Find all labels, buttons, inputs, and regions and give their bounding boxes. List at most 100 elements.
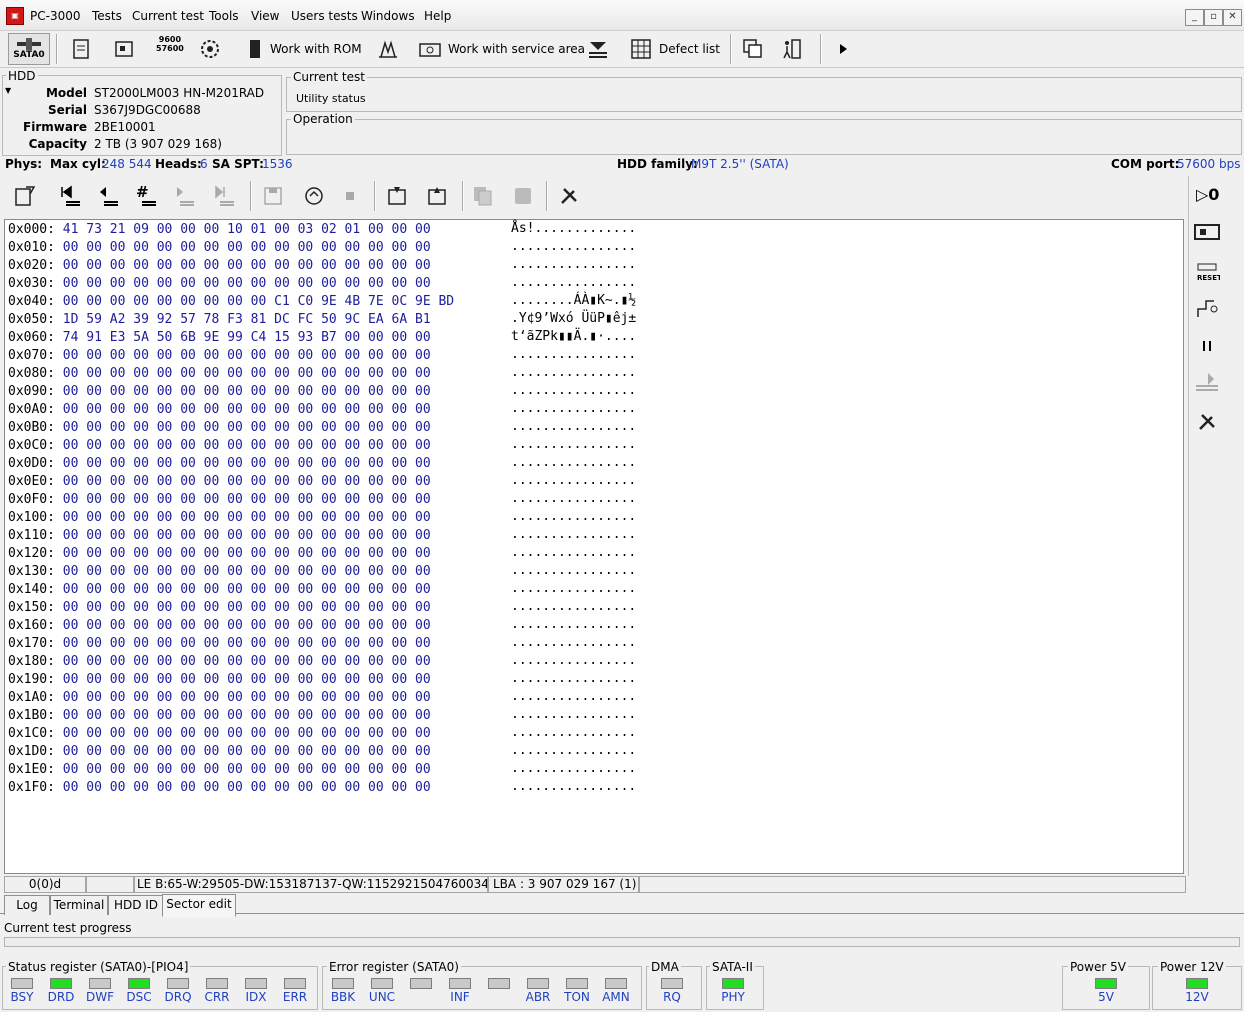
- hex-ascii[interactable]: ................: [511, 527, 636, 542]
- hex-ascii[interactable]: ................: [511, 347, 636, 362]
- hex-row[interactable]: 0x0F0: 00 00 00 00 00 00 00 00 00 00 00 …: [8, 491, 431, 509]
- hex-bytes[interactable]: 00 00 00 00 00 00 00 00 00 00 00 00 00 0…: [63, 618, 431, 633]
- pause-button[interactable]: [1192, 332, 1222, 360]
- hex-bytes[interactable]: 00 00 00 00 00 00 00 00 00 00 00 00 00 0…: [63, 708, 431, 723]
- hex-row[interactable]: 0x1A0: 00 00 00 00 00 00 00 00 00 00 00 …: [8, 689, 431, 707]
- power-reset-button[interactable]: ▷0◁: [1192, 180, 1222, 208]
- menu-users-tests[interactable]: Users tests: [291, 9, 358, 23]
- hex-bytes[interactable]: 00 00 00 00 00 00 00 00 00 00 00 00 00 0…: [63, 276, 431, 291]
- hex-bytes[interactable]: 00 00 00 00 00 00 00 00 00 00 00 00 00 0…: [63, 420, 431, 435]
- hex-ascii[interactable]: ................: [511, 671, 636, 686]
- hex-bytes[interactable]: 00 00 00 00 00 00 00 00 00 00 00 00 00 0…: [63, 384, 431, 399]
- hex-bytes[interactable]: 00 00 00 00 00 00 00 00 00 00 00 00 00 0…: [63, 510, 431, 525]
- hex-row[interactable]: 0x140: 00 00 00 00 00 00 00 00 00 00 00 …: [8, 581, 431, 599]
- hex-ascii[interactable]: ................: [511, 563, 636, 578]
- hex-row[interactable]: 0x1D0: 00 00 00 00 00 00 00 00 00 00 00 …: [8, 743, 431, 761]
- goto-sector-button[interactable]: #: [134, 182, 158, 210]
- hex-bytes[interactable]: 00 00 00 00 00 00 00 00 00 00 00 00 00 0…: [63, 726, 431, 741]
- menu-current-test[interactable]: Current test: [132, 9, 204, 23]
- minimize-button[interactable]: _: [1185, 9, 1204, 26]
- copy-button[interactable]: [472, 182, 494, 210]
- hex-bytes[interactable]: 41 73 21 09 00 00 00 10 01 00 03 02 01 0…: [63, 222, 431, 237]
- next-sector-button[interactable]: [172, 182, 196, 210]
- drive-info-button[interactable]: [70, 35, 92, 63]
- hex-bytes[interactable]: 00 00 00 00 00 00 00 00 00 00 00 00 00 0…: [63, 600, 431, 615]
- hex-bytes[interactable]: 00 00 00 00 00 00 00 00 00 00 00 00 00 0…: [63, 438, 431, 453]
- load-from-file-button[interactable]: [386, 182, 408, 210]
- hex-editor[interactable]: 0x000: 41 73 21 09 00 00 00 10 01 00 03 …: [4, 219, 1184, 874]
- hex-row[interactable]: 0x040: 00 00 00 00 00 00 00 00 00 C1 C0 …: [8, 293, 454, 311]
- hex-row[interactable]: 0x0C0: 00 00 00 00 00 00 00 00 00 00 00 …: [8, 437, 431, 455]
- stop-button[interactable]: [342, 182, 358, 210]
- hex-ascii[interactable]: ................: [511, 455, 636, 470]
- hex-row[interactable]: 0x090: 00 00 00 00 00 00 00 00 00 00 00 …: [8, 383, 431, 401]
- hex-bytes[interactable]: 00 00 00 00 00 00 00 00 00 00 00 00 00 0…: [63, 258, 431, 273]
- menu-tests[interactable]: Tests: [92, 9, 122, 23]
- board-button[interactable]: [1192, 218, 1222, 246]
- hex-row[interactable]: 0x000: 41 73 21 09 00 00 00 10 01 00 03 …: [8, 221, 431, 239]
- hex-row[interactable]: 0x160: 00 00 00 00 00 00 00 00 00 00 00 …: [8, 617, 431, 635]
- hex-bytes[interactable]: 00 00 00 00 00 00 00 00 00 00 00 00 00 0…: [63, 240, 431, 255]
- menu-view[interactable]: View: [251, 9, 279, 23]
- prev-sector-button[interactable]: [96, 182, 120, 210]
- menu-tools[interactable]: Tools: [209, 9, 239, 23]
- hex-row[interactable]: 0x170: 00 00 00 00 00 00 00 00 00 00 00 …: [8, 635, 431, 653]
- hex-ascii[interactable]: ................: [511, 437, 636, 452]
- hex-bytes[interactable]: 00 00 00 00 00 00 00 00 00 00 00 00 00 0…: [63, 654, 431, 669]
- hex-row[interactable]: 0x010: 00 00 00 00 00 00 00 00 00 00 00 …: [8, 239, 431, 257]
- hex-row[interactable]: 0x1B0: 00 00 00 00 00 00 00 00 00 00 00 …: [8, 707, 431, 725]
- hex-ascii[interactable]: ................: [511, 599, 636, 614]
- hex-bytes[interactable]: 00 00 00 00 00 00 00 00 00 00 00 00 00 0…: [63, 456, 431, 471]
- hex-ascii[interactable]: ................: [511, 275, 636, 290]
- hex-row[interactable]: 0x100: 00 00 00 00 00 00 00 00 00 00 00 …: [8, 509, 431, 527]
- hex-row[interactable]: 0x1F0: 00 00 00 00 00 00 00 00 00 00 00 …: [8, 779, 431, 797]
- skip-button[interactable]: [1192, 370, 1222, 398]
- hex-row[interactable]: 0x180: 00 00 00 00 00 00 00 00 00 00 00 …: [8, 653, 431, 671]
- hex-ascii[interactable]: ................: [511, 419, 636, 434]
- save-to-file-button[interactable]: [426, 182, 448, 210]
- hex-bytes[interactable]: 00 00 00 00 00 00 00 00 00 00 00 00 00 0…: [63, 762, 431, 777]
- hex-ascii[interactable]: ................: [511, 743, 636, 758]
- tab-hdd-id[interactable]: HDD ID: [108, 895, 164, 915]
- settings-button[interactable]: [197, 35, 223, 63]
- close-button[interactable]: ✕: [1223, 9, 1242, 26]
- work-with-rom-button[interactable]: Work with ROM: [246, 35, 362, 63]
- hex-ascii[interactable]: ................: [511, 635, 636, 650]
- baud-rate-button[interactable]: 9600 57600: [156, 35, 184, 63]
- more-toolbar-button[interactable]: [837, 35, 849, 63]
- hex-row[interactable]: 0x1C0: 00 00 00 00 00 00 00 00 00 00 00 …: [8, 725, 431, 743]
- tab-sector-edit[interactable]: Sector edit: [162, 894, 236, 917]
- hex-bytes[interactable]: 00 00 00 00 00 00 00 00 00 00 00 00 00 0…: [63, 366, 431, 381]
- head-map-button[interactable]: [586, 35, 610, 63]
- hex-bytes[interactable]: 00 00 00 00 00 00 00 00 00 00 00 00 00 0…: [63, 348, 431, 363]
- hex-ascii[interactable]: ................: [511, 779, 636, 794]
- hex-row[interactable]: 0x110: 00 00 00 00 00 00 00 00 00 00 00 …: [8, 527, 431, 545]
- hex-bytes[interactable]: 00 00 00 00 00 00 00 00 00 00 00 00 00 0…: [63, 582, 431, 597]
- hex-ascii[interactable]: ................: [511, 725, 636, 740]
- hex-ascii[interactable]: ........ÁÀ▮K~.▮½: [511, 293, 636, 308]
- hex-ascii[interactable]: ................: [511, 545, 636, 560]
- hex-ascii[interactable]: ................: [511, 761, 636, 776]
- hex-ascii[interactable]: t‘ãZPk▮▮Ä.▮·....: [511, 329, 636, 344]
- hex-ascii[interactable]: Ås!.............: [511, 221, 636, 236]
- hex-row[interactable]: 0x050: 1D 59 A2 39 92 57 78 F3 81 DC FC …: [8, 311, 431, 329]
- last-sector-button[interactable]: [212, 182, 236, 210]
- hex-ascii[interactable]: ................: [511, 383, 636, 398]
- windows-button[interactable]: [742, 35, 764, 63]
- hex-bytes[interactable]: 00 00 00 00 00 00 00 00 00 00 00 00 00 0…: [63, 780, 431, 795]
- hex-ascii[interactable]: .Y¢9’Wxó ÜüP▮êj±: [511, 311, 636, 326]
- paste-button[interactable]: [512, 182, 534, 210]
- reset-button[interactable]: RESET: [1192, 254, 1222, 282]
- open-sector-button[interactable]: [12, 182, 36, 210]
- first-sector-button[interactable]: [58, 182, 82, 210]
- hex-ascii[interactable]: ................: [511, 401, 636, 416]
- hex-row[interactable]: 0x080: 00 00 00 00 00 00 00 00 00 00 00 …: [8, 365, 431, 383]
- tab-log[interactable]: Log: [4, 895, 50, 915]
- hex-bytes[interactable]: 74 91 E3 5A 50 6B 9E 99 C4 15 93 B7 00 0…: [63, 330, 431, 345]
- hex-bytes[interactable]: 00 00 00 00 00 00 00 00 00 00 00 00 00 0…: [63, 690, 431, 705]
- hex-ascii[interactable]: ................: [511, 473, 636, 488]
- hex-ascii[interactable]: ................: [511, 707, 636, 722]
- hex-ascii[interactable]: ................: [511, 617, 636, 632]
- exit-button[interactable]: [780, 35, 802, 63]
- utility-button[interactable]: [376, 35, 400, 63]
